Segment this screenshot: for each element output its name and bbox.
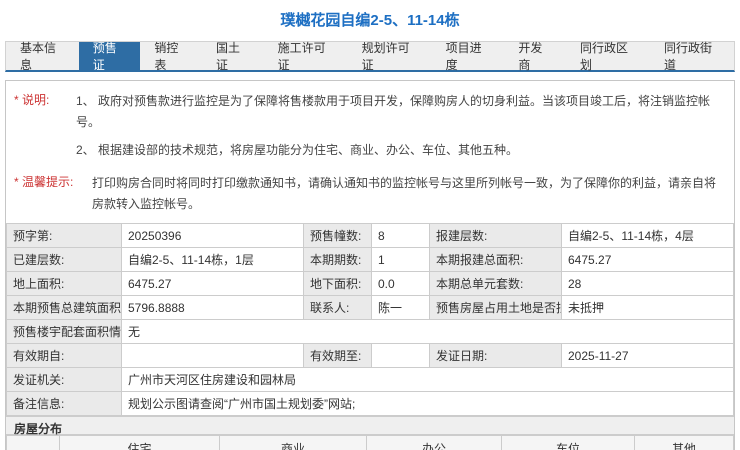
total-units-label: 本期总单元套数: [429,271,562,296]
shuoming-line1: 1、 政府对预售款进行监控是为了保障将售楼款用于项目开发，保障购房人的切身利益。… [76,94,711,129]
remark-label: 备注信息: [6,391,122,416]
remark-value: 规划公示图请查阅“广州市国土规划委”网站; [121,391,734,416]
dist-corner-cell [6,435,60,450]
total-units-value: 28 [561,271,734,296]
dist-col-residential: 住宅 [59,435,220,450]
shuoming-label: * 说明: [14,93,50,107]
table-row: 已建层数: 自编2-5、11-14栋，1层 本期期数: 1 本期报建总面积: 6… [6,247,734,272]
permit-no-value: 20250396 [121,223,304,248]
issue-org-value: 广州市天河区住房建设和园林局 [121,367,734,392]
supporting-value: 无 [121,319,734,344]
presale-area-label: 本期预售总建筑面积: [6,295,122,320]
contact-value: 陈一 [371,295,430,320]
valid-to-value [371,343,430,368]
above-area-value: 6475.27 [121,271,304,296]
approved-floors-label: 报建层数: [429,223,562,248]
above-area-label: 地上面积: [6,271,122,296]
presale-blocks-label: 预售幢数: [303,223,372,248]
mortgage-value: 未抵押 [561,295,734,320]
table-row: 地上面积: 6475.27 地下面积: 0.0 本期总单元套数: 28 [6,271,734,296]
valid-from-label: 有效期自: [6,343,122,368]
tab-land-cert[interactable]: 国土证 [202,41,264,72]
tab-bar: 基本信息 预售证 销控表 国土证 施工许可证 规划许可证 项目进度 开发商 同行… [5,41,735,72]
notice-block: * 说明: 1、 政府对预售款进行监控是为了保障将售楼款用于项目开发，保障购房人… [6,81,734,223]
dist-col-commercial: 商业 [219,435,367,450]
table-row: 发证机关: 广州市天河区住房建设和园林局 [6,367,734,392]
valid-from-value [121,343,304,368]
distribution-section-title: 房屋分布 [6,416,734,436]
notice-row-tip: * 温馨提示: 打印购房合同时将同时打印缴款通知书，请确认通知书的监控帐号与这里… [14,171,724,215]
phase-area-value: 6475.27 [561,247,734,272]
tab-same-district[interactable]: 同行政区划 [566,41,650,72]
dist-col-office: 办公 [366,435,502,450]
presale-area-value: 5796.8888 [121,295,304,320]
below-area-label: 地下面积: [303,271,372,296]
shuoming-line2: 2、 根据建设部的技术规范，将房屋功能分为住宅、商业、办公、车位、其他五种。 [76,143,519,157]
tab-developer[interactable]: 开发商 [504,41,566,72]
distribution-table: 住宅 商业 办公 车位 其他 套数 28 0 0 0 0 面积 5796.888… [6,435,734,450]
dist-col-parking: 车位 [501,435,635,450]
table-row: 预售楼宇配套面积情况: 无 [6,319,734,344]
issue-date-value: 2025-11-27 [561,343,734,368]
approved-floors-value: 自编2-5、11-14栋，4层 [561,223,734,248]
table-row: 备注信息: 规划公示图请查阅“广州市国土规划委”网站; [6,391,734,416]
mortgage-label: 预售房屋占用土地是否抵押: [429,295,562,320]
supporting-label: 预售楼宇配套面积情况: [6,319,122,344]
table-row: 住宅 商业 办公 车位 其他 [6,435,734,450]
tab-same-street[interactable]: 同行政街道 [650,41,734,72]
phase-no-label: 本期期数: [303,247,372,272]
tab-sales-control[interactable]: 销控表 [140,41,202,72]
built-floors-label: 已建层数: [6,247,122,272]
contact-label: 联系人: [303,295,372,320]
tip-label: * 温馨提示: [14,175,74,189]
phase-area-label: 本期报建总面积: [429,247,562,272]
below-area-value: 0.0 [371,271,430,296]
permit-no-label: 预字第: [6,223,122,248]
tip-text: 打印购房合同时将同时打印缴款通知书，请确认通知书的监控帐号与这里所列帐号一致，为… [92,176,717,211]
phase-no-value: 1 [371,247,430,272]
presale-info-table: 预字第: 20250396 预售幢数: 8 报建层数: 自编2-5、11-14栋… [6,223,734,416]
dist-col-other: 其他 [634,435,734,450]
tab-construction-permit[interactable]: 施工许可证 [264,41,348,72]
page-title: 璞樾花园自编2-5、11-14栋 [280,12,460,29]
issue-date-label: 发证日期: [429,343,562,368]
table-row: 有效期自: 有效期至: 发证日期: 2025-11-27 [6,343,734,368]
valid-to-label: 有效期至: [303,343,372,368]
table-row: 预字第: 20250396 预售幢数: 8 报建层数: 自编2-5、11-14栋… [6,223,734,248]
built-floors-value: 自编2-5、11-14栋，1层 [121,247,304,272]
tab-basic-info[interactable]: 基本信息 [6,41,79,72]
tab-planning-permit[interactable]: 规划许可证 [348,41,432,72]
presale-cert-panel: * 说明: 1、 政府对预售款进行监控是为了保障将售楼款用于项目开发，保障购房人… [5,80,735,450]
tab-project-progress[interactable]: 项目进度 [432,41,505,72]
table-row: 本期预售总建筑面积: 5796.8888 联系人: 陈一 预售房屋占用土地是否抵… [6,295,734,320]
tab-presale-cert[interactable]: 预售证 [78,41,141,72]
issue-org-label: 发证机关: [6,367,122,392]
notice-row-shuoming: * 说明: 1、 政府对预售款进行监控是为了保障将售楼款用于项目开发，保障购房人… [14,89,724,133]
presale-blocks-value: 8 [371,223,430,248]
